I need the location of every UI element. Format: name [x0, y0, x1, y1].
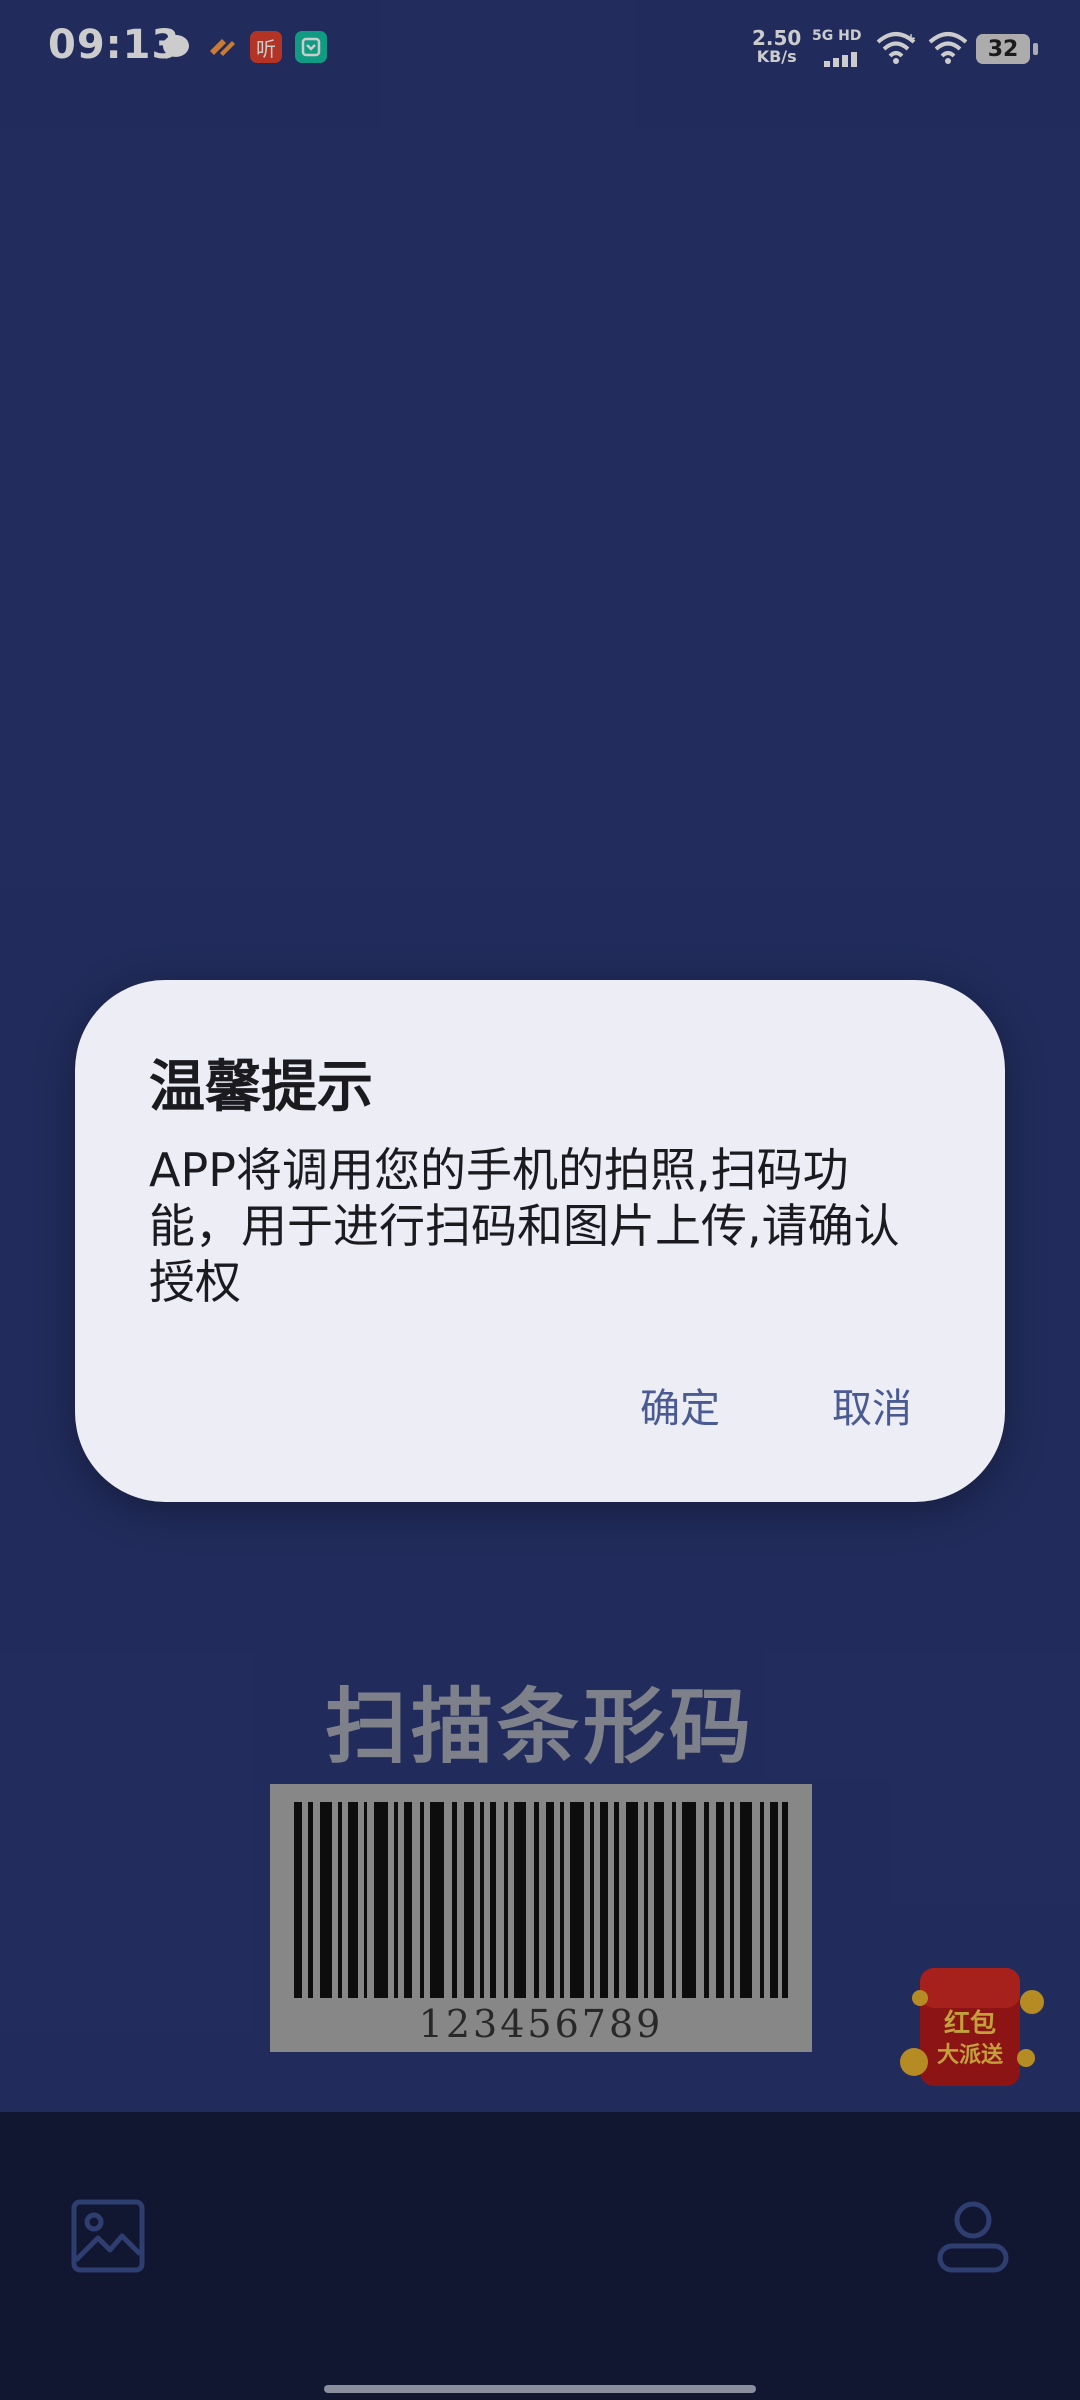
gallery-icon[interactable]: [70, 2198, 146, 2274]
profile-icon[interactable]: [936, 2200, 1010, 2274]
bottom-nav: [0, 2112, 1080, 2400]
confirm-button[interactable]: 确定: [630, 1370, 730, 1440]
permission-dialog: 温馨提示 APP将调用您的手机的拍照,扫码功能，用于进行扫码和图片上传,请确认授…: [75, 980, 1005, 1502]
home-indicator[interactable]: [324, 2385, 756, 2393]
screen: 09:13 听 2.50 KB/s 5G HD + 32 扫描条形码 12345…: [0, 0, 1080, 2400]
dialog-title: 温馨提示: [149, 1055, 373, 1120]
cancel-button[interactable]: 取消: [822, 1370, 922, 1440]
dialog-message: APP将调用您的手机的拍照,扫码功能，用于进行扫码和图片上传,请确认授权: [149, 1143, 900, 1309]
